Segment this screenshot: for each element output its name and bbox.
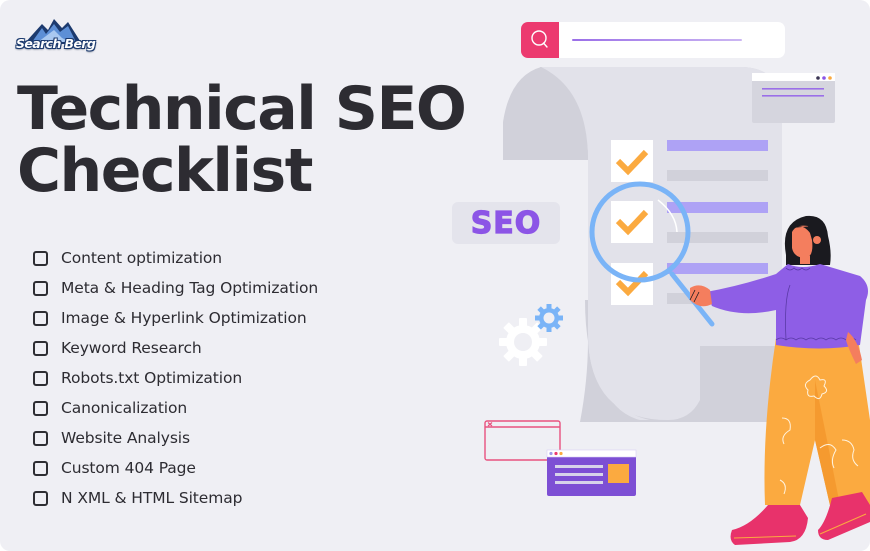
error-window	[484, 420, 561, 461]
seo-badge: SEO	[452, 202, 560, 244]
checkbox[interactable]	[33, 460, 48, 476]
checkbox[interactable]	[33, 370, 48, 386]
checklist-item-label: Content optimization	[61, 249, 223, 267]
checkbox[interactable]	[33, 250, 48, 266]
checkbox[interactable]	[33, 430, 48, 446]
checklist-item-label: Image & Hyperlink Optimization	[61, 309, 307, 327]
search-button[interactable]	[521, 22, 559, 58]
checklist-item[interactable]: Canonicalization	[33, 393, 318, 423]
checkbox[interactable]	[33, 310, 48, 326]
gear-icon	[499, 304, 563, 366]
checklist-item-label: Website Analysis	[61, 429, 190, 447]
checkbox[interactable]	[33, 400, 48, 416]
seo-checklist: Content optimization Meta & Heading Tag …	[33, 243, 318, 513]
search-input-placeholder-line[interactable]	[572, 39, 742, 41]
checkbox[interactable]	[33, 340, 48, 356]
search-icon	[531, 30, 548, 48]
browser-window-small	[752, 73, 835, 123]
document-shadow	[668, 346, 782, 420]
checklist-item-label: Custom 404 Page	[61, 459, 196, 477]
checklist-item-label: Canonicalization	[61, 399, 188, 417]
document-scroll	[503, 67, 782, 422]
document-body	[560, 67, 782, 420]
content-window	[546, 449, 637, 496]
title-line-2: Checklist	[17, 136, 313, 206]
infographic-canvas: Search Berg Technical SEO Checklist Cont…	[0, 0, 870, 551]
checkbox[interactable]	[33, 280, 48, 296]
checklist-item[interactable]: N XML & HTML Sitemap	[33, 483, 318, 513]
seo-badge-text: SEO	[470, 205, 542, 241]
checklist-item[interactable]: Website Analysis	[33, 423, 318, 453]
checklist-item-label: N XML & HTML Sitemap	[61, 489, 243, 507]
search-bar[interactable]	[521, 22, 785, 58]
page-title: Technical SEO Checklist	[17, 78, 467, 202]
checklist-item[interactable]: Keyword Research	[33, 333, 318, 363]
checklist-item-label: Meta & Heading Tag Optimization	[61, 279, 319, 297]
checklist-item[interactable]: Meta & Heading Tag Optimization	[33, 273, 318, 303]
brand-name: Search Berg	[16, 36, 96, 51]
checkbox[interactable]	[33, 490, 48, 506]
title-line-1: Technical SEO	[17, 74, 467, 144]
checklist-item[interactable]: Custom 404 Page	[33, 453, 318, 483]
checklist-item[interactable]: Content optimization	[33, 243, 318, 273]
magnifier-icon	[589, 181, 715, 327]
doc-check-rows	[611, 140, 768, 305]
checklist-item-label: Keyword Research	[61, 339, 202, 357]
woman-character	[689, 215, 870, 545]
checklist-item-label: Robots.txt Optimization	[61, 369, 243, 387]
checklist-item[interactable]: Robots.txt Optimization	[33, 363, 318, 393]
checklist-item[interactable]: Image & Hyperlink Optimization	[33, 303, 318, 333]
brand-logo: Search Berg	[14, 16, 96, 60]
